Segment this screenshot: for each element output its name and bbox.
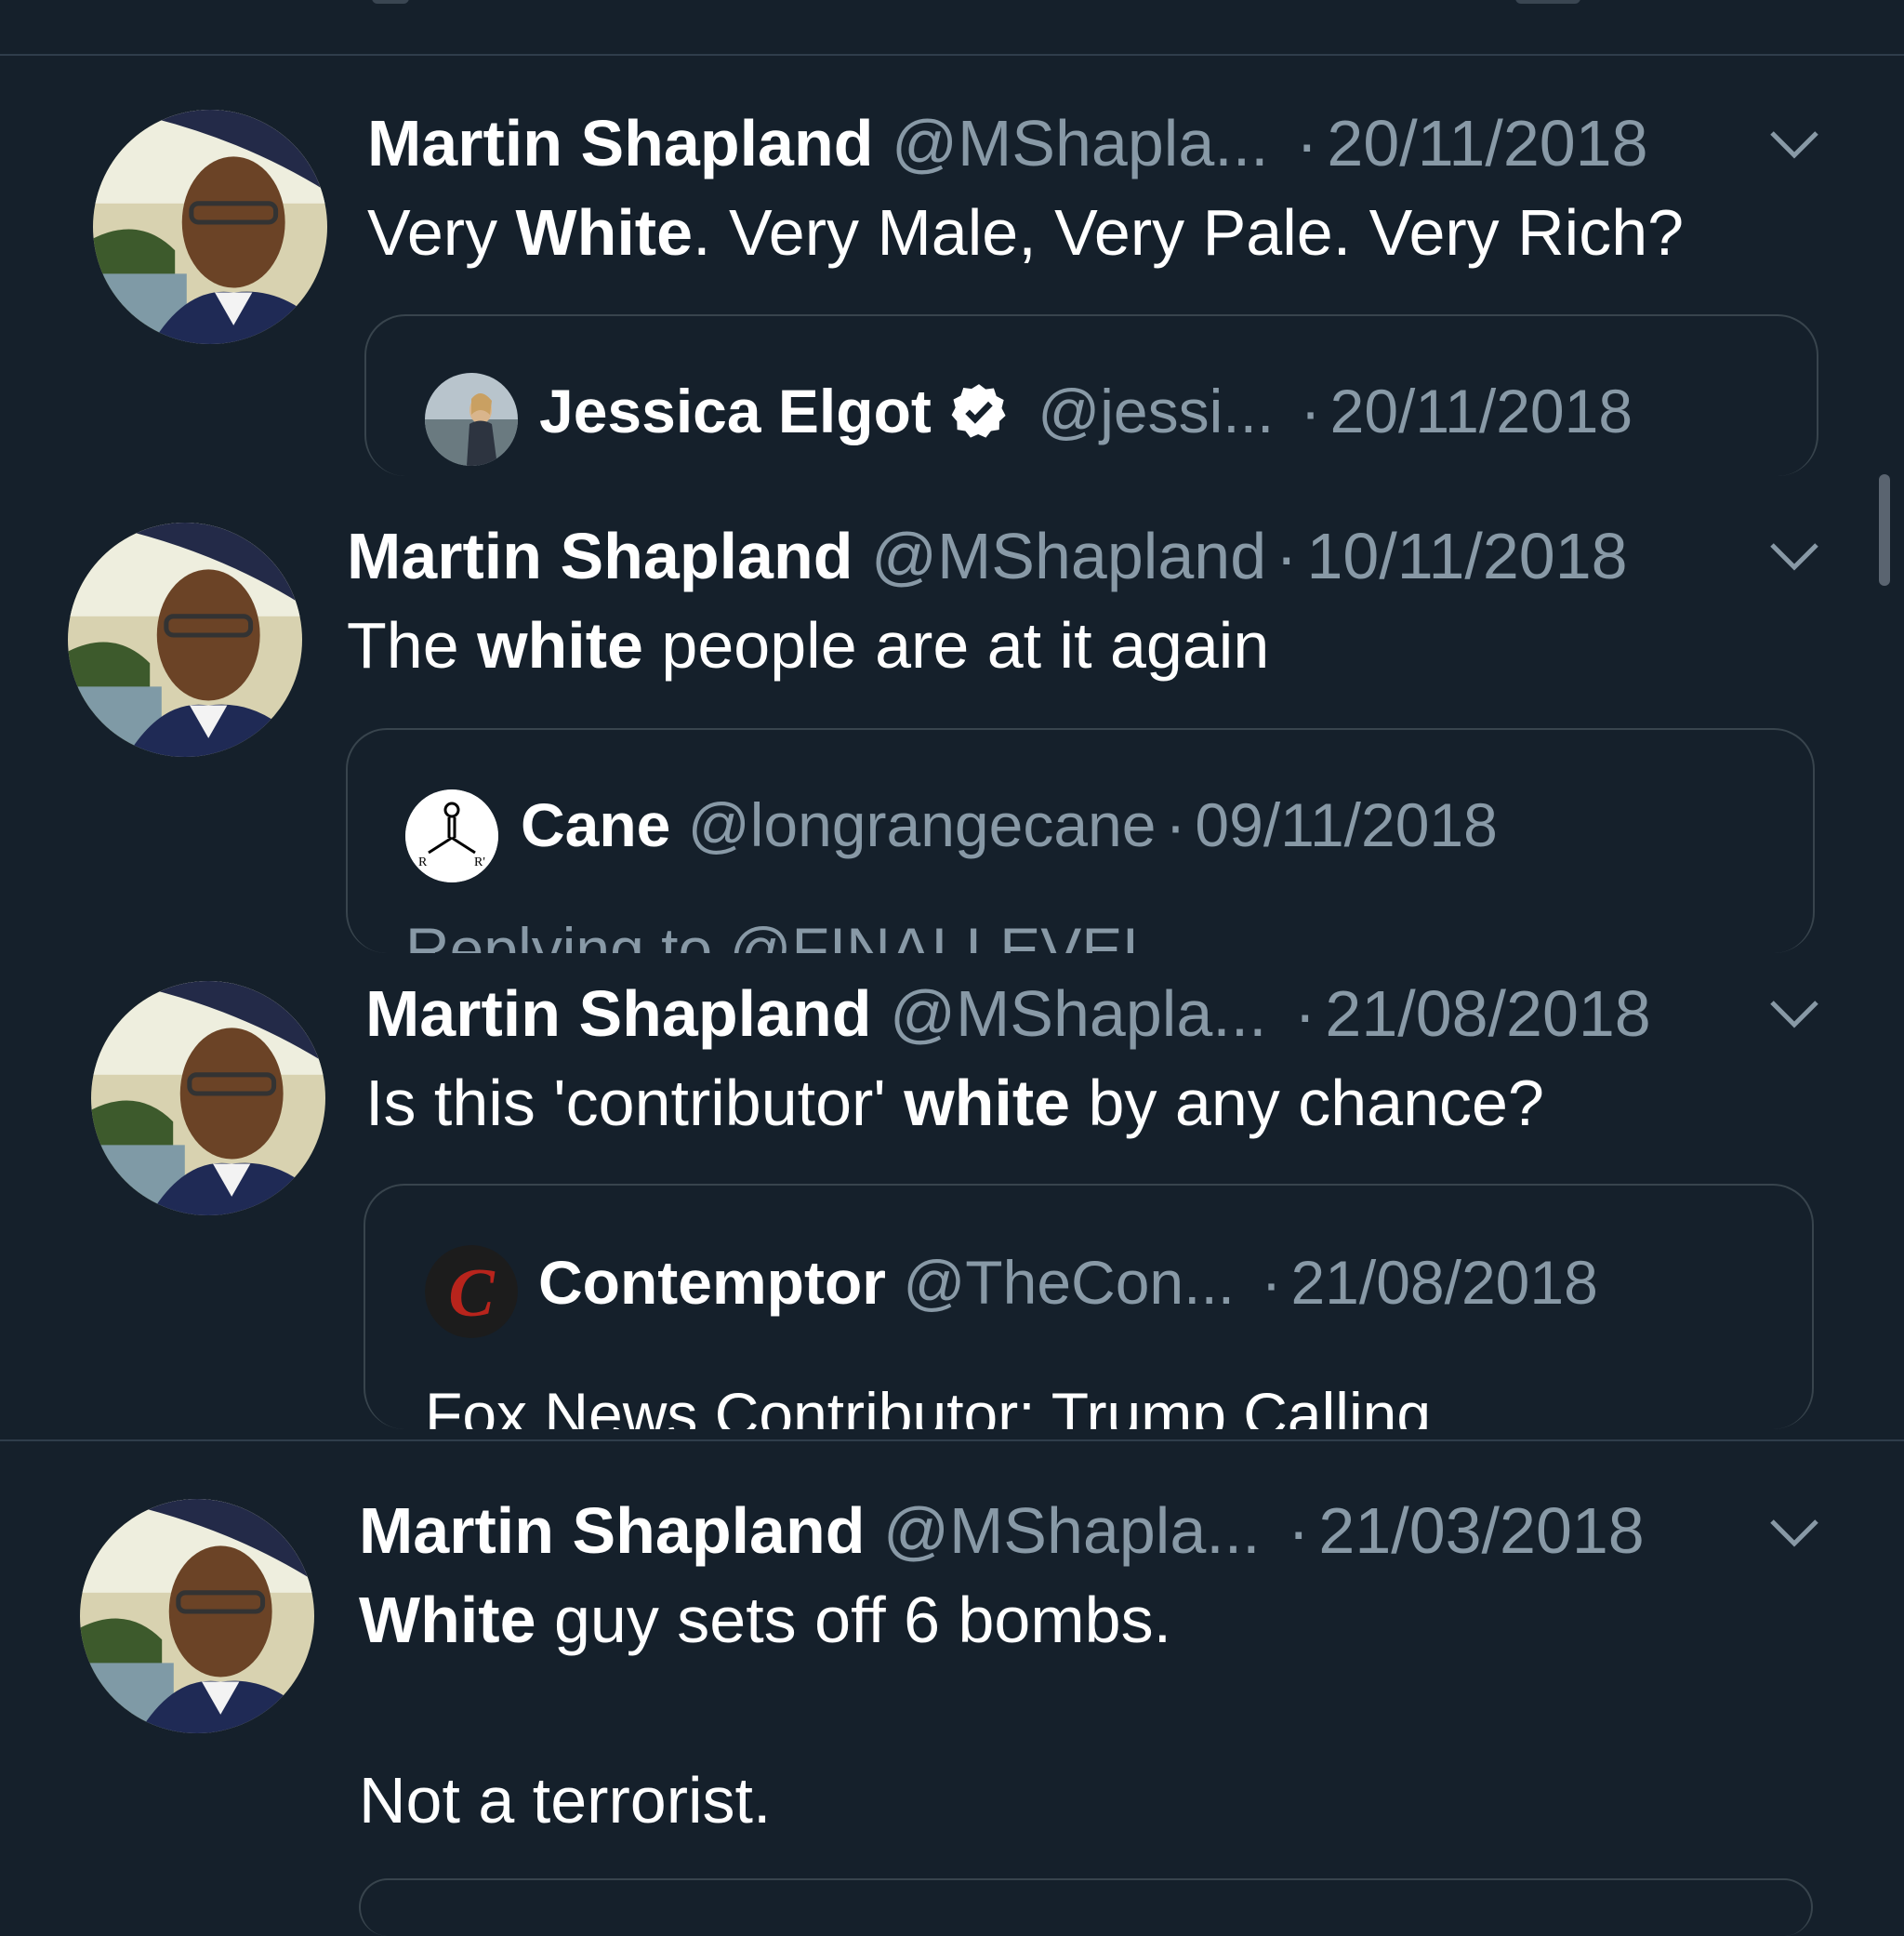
quoted-author-handle: @TheCon...	[903, 1248, 1236, 1317]
quoted-author-name: Cane	[521, 790, 671, 859]
author-name[interactable]: Martin Shapland	[359, 1494, 865, 1567]
quoted-tweet[interactable]: Jessica Elgot @jessi... · 20/11/2018	[364, 314, 1818, 476]
quoted-tweet-text: Fox News Contributor: Trump Calling	[425, 1380, 1432, 1429]
separator-dot: ·	[1288, 1494, 1310, 1567]
quoted-tweet[interactable]: C Contemptor @TheCon... · 21/08/2018 Fox …	[364, 1184, 1814, 1429]
svg-text:R: R	[418, 855, 428, 869]
quoted-tweet[interactable]	[359, 1878, 1813, 1936]
letter-c-logo-icon: C	[425, 1245, 518, 1338]
quoted-reply-line: Replying to @FINALLEVEL	[405, 915, 1157, 953]
author-handle[interactable]: @MShapla...	[892, 107, 1269, 179]
quoted-tweet-header: Jessica Elgot @jessi... · 20/11/2018	[539, 374, 1633, 448]
quoted-tweet-date: 09/11/2018	[1195, 790, 1498, 859]
separator-dot: ·	[1294, 977, 1316, 1050]
chevron-down-icon[interactable]	[1766, 995, 1822, 1032]
quoted-author-name: Jessica Elgot	[539, 377, 932, 445]
author-avatar[interactable]	[80, 1499, 314, 1733]
tweet-text: Very White. Very Male, Very Pale. Very R…	[367, 196, 1685, 269]
author-name[interactable]: Martin Shapland	[367, 107, 873, 179]
scrollbar[interactable]	[1879, 474, 1890, 586]
previous-tweet-edge	[0, 0, 1904, 56]
svg-text:R': R'	[474, 855, 485, 869]
chevron-down-icon[interactable]	[1766, 126, 1822, 163]
tweet-date[interactable]: 20/11/2018	[1327, 107, 1647, 179]
separator-dot: ·	[1165, 790, 1186, 859]
reply-icon[interactable]	[372, 0, 409, 4]
author-avatar[interactable]	[91, 981, 325, 1215]
quoted-tweet-header: Cane @longrangecane · 09/11/2018	[521, 788, 1498, 862]
author-avatar[interactable]	[93, 110, 327, 344]
svg-text:C: C	[448, 1255, 496, 1332]
tweet-date[interactable]: 10/11/2018	[1306, 520, 1627, 592]
quoted-author-handle: @longrangecane	[687, 790, 1157, 859]
tweet-text: The white people are at it again	[347, 609, 1270, 682]
author-handle[interactable]: @MShapla...	[890, 977, 1267, 1050]
quoted-tweet-header: Contemptor @TheCon... · 21/08/2018	[538, 1245, 1598, 1319]
separator-dot: ·	[1300, 377, 1321, 445]
tweet-text: White guy sets off 6 bombs.	[359, 1584, 1172, 1656]
tweet-divider	[0, 1439, 1904, 1441]
verified-badge-icon	[951, 384, 1006, 438]
author-avatar[interactable]	[68, 523, 302, 757]
quoted-author-handle: @jessi...	[1038, 377, 1275, 445]
author-name[interactable]: Martin Shapland	[365, 977, 871, 1050]
tweet-text-line-2: Not a terrorist.	[359, 1764, 772, 1837]
tweet-header: Martin Shapland @MShapland · 10/11/2018	[347, 519, 1628, 593]
author-handle[interactable]: @MShapla...	[883, 1494, 1261, 1567]
tweet-date[interactable]: 21/08/2018	[1325, 977, 1650, 1050]
tweet-date[interactable]: 21/03/2018	[1318, 1494, 1644, 1567]
author-name[interactable]: Martin Shapland	[347, 520, 853, 592]
quoted-author-name: Contemptor	[538, 1248, 886, 1317]
separator-dot: ·	[1276, 520, 1298, 592]
tweet-header: Martin Shapland @MShapla... · 21/08/2018	[365, 976, 1651, 1051]
chevron-down-icon[interactable]	[1766, 537, 1822, 575]
quoted-tweet-date: 20/11/2018	[1329, 377, 1633, 445]
share-icon[interactable]	[1515, 0, 1580, 4]
quoted-tweet[interactable]: R R' Cane @longrangecane · 09/11/2018 Repl…	[346, 728, 1815, 953]
author-handle[interactable]: @MShapland	[871, 520, 1266, 592]
separator-dot: ·	[1261, 1248, 1282, 1317]
quoted-author-avatar	[425, 373, 518, 466]
separator-dot: ·	[1296, 107, 1318, 179]
tweet-header: Martin Shapland @MShapla... · 21/03/2018	[359, 1493, 1645, 1568]
chemical-structure-icon: R R'	[405, 789, 498, 882]
chevron-down-icon[interactable]	[1766, 1514, 1822, 1551]
tweet-text: Is this 'contributor' white by any chanc…	[365, 1067, 1544, 1139]
quoted-tweet-date: 21/08/2018	[1290, 1248, 1598, 1317]
tweet-header: Martin Shapland @MShapla... · 20/11/2018	[367, 106, 1648, 180]
